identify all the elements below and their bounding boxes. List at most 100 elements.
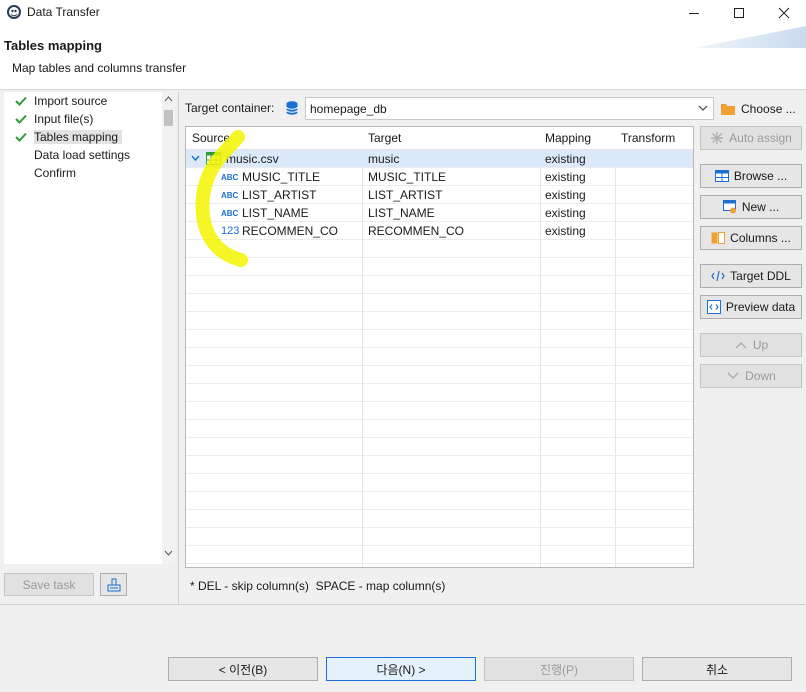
row-mapping[interactable]: existing <box>545 170 586 184</box>
table-icon <box>206 152 221 165</box>
scroll-down-icon[interactable] <box>164 550 173 556</box>
down-button[interactable]: Down <box>700 364 802 388</box>
chevron-down-icon <box>698 105 708 111</box>
maximize-button[interactable] <box>719 0 759 26</box>
close-icon <box>778 7 790 19</box>
row-source: RECOMMEN_CO <box>242 224 339 238</box>
new-button[interactable]: New ... <box>700 195 802 219</box>
page-title: Tables mapping <box>4 38 102 53</box>
empty-row <box>186 348 693 366</box>
numeric-column-icon: 123 <box>221 225 240 237</box>
row-target: LIST_ARTIST <box>368 188 443 202</box>
nav-item-import-source[interactable]: Import source <box>14 92 107 110</box>
nav-item-label: Tables mapping <box>34 130 123 144</box>
up-label: Up <box>752 338 769 352</box>
choose-container-button[interactable]: Choose ... <box>720 97 796 120</box>
table-row[interactable]: music.csv music existing <box>186 150 693 168</box>
target-ddl-label: Target DDL <box>730 269 791 283</box>
column-header-mapping[interactable]: Mapping <box>545 131 591 145</box>
chevron-down-icon[interactable] <box>191 155 200 162</box>
back-button[interactable]: < 이전(B) <box>168 657 318 681</box>
chevron-up-icon <box>734 338 748 352</box>
column-header-target[interactable]: Target <box>368 131 401 145</box>
wizard-steps-nav: Import source Input file(s) Tables mappi… <box>4 92 175 564</box>
chevron-down-icon <box>726 369 740 383</box>
preview-icon <box>706 300 721 314</box>
nav-scroll-thumb[interactable] <box>164 110 173 126</box>
scroll-up-icon[interactable] <box>164 96 173 102</box>
database-icon <box>286 101 298 115</box>
empty-row <box>186 546 693 564</box>
close-button[interactable] <box>764 0 804 26</box>
vertical-divider <box>178 92 179 604</box>
auto-assign-label: Auto assign <box>729 131 792 145</box>
nav-item-label: Confirm <box>34 166 77 180</box>
columns-button[interactable]: Columns ... <box>700 226 802 250</box>
new-table-icon <box>722 200 737 214</box>
nav-item-label: Data load settings <box>34 148 131 162</box>
header-decoration <box>694 26 806 48</box>
empty-row <box>186 438 693 456</box>
table-row[interactable]: 123 RECOMMEN_CO RECOMMEN_CO existing <box>186 222 693 240</box>
minimize-button[interactable] <box>674 0 714 26</box>
choose-label: Choose ... <box>741 101 796 116</box>
browse-label: Browse ... <box>733 169 788 183</box>
empty-row <box>186 402 693 420</box>
empty-row <box>186 312 693 330</box>
row-mapping[interactable]: existing <box>545 152 586 166</box>
row-target: music <box>368 152 400 166</box>
nav-item-input-files[interactable]: Input file(s) <box>14 110 93 128</box>
row-mapping[interactable]: existing <box>545 206 586 220</box>
column-header-source[interactable]: Source <box>192 131 230 145</box>
target-container-select[interactable]: homepage_db <box>305 97 714 120</box>
title-bar: Data Transfer <box>0 0 806 26</box>
browse-button[interactable]: Browse ... <box>700 164 802 188</box>
row-source: LIST_ARTIST <box>242 188 317 202</box>
checkmark-icon <box>14 94 28 108</box>
save-task-button[interactable]: Save task <box>4 573 94 596</box>
folder-icon <box>721 103 735 115</box>
table-row[interactable]: ABC MUSIC_TITLE MUSIC_TITLE existing <box>186 168 693 186</box>
auto-assign-icon <box>710 131 724 145</box>
nav-item-label: Import source <box>34 94 108 108</box>
page-subtitle: Map tables and columns transfer <box>12 61 187 75</box>
proceed-button[interactable]: 진행(P) <box>484 657 634 681</box>
target-ddl-button[interactable]: Target DDL <box>700 264 802 288</box>
maximize-icon <box>734 8 744 18</box>
auto-assign-button[interactable]: Auto assign <box>700 126 802 150</box>
task-config-button[interactable] <box>100 573 127 596</box>
target-container-label: Target container: <box>185 101 275 115</box>
empty-row <box>186 528 693 546</box>
nav-item-label: Input file(s) <box>34 112 94 126</box>
table-row[interactable]: ABC LIST_ARTIST LIST_ARTIST existing <box>186 186 693 204</box>
string-column-icon: ABC <box>221 172 239 182</box>
row-mapping[interactable]: existing <box>545 224 586 238</box>
empty-row <box>186 384 693 402</box>
empty-row <box>186 474 693 492</box>
row-source: music.csv <box>226 152 279 166</box>
up-button[interactable]: Up <box>700 333 802 357</box>
table-row[interactable]: ABC LIST_NAME LIST_NAME existing <box>186 204 693 222</box>
target-container-value: homepage_db <box>310 101 387 116</box>
minimize-icon <box>689 13 699 14</box>
empty-row <box>186 492 693 510</box>
string-column-icon: ABC <box>221 208 239 218</box>
next-button[interactable]: 다음(N) > <box>326 657 476 681</box>
window-title: Data Transfer <box>27 5 100 19</box>
row-mapping[interactable]: existing <box>545 188 586 202</box>
columns-label: Columns ... <box>730 231 791 245</box>
cancel-button[interactable]: 취소 <box>642 657 792 681</box>
row-source: MUSIC_TITLE <box>242 170 321 184</box>
preview-data-button[interactable]: Preview data <box>700 295 802 319</box>
columns-icon <box>711 231 726 245</box>
nav-scrollbar[interactable] <box>162 92 175 564</box>
empty-row <box>186 366 693 384</box>
table-header: Source Target Mapping Transform <box>186 127 693 150</box>
nav-item-confirm[interactable]: Confirm <box>34 164 76 182</box>
mapping-table[interactable]: Source Target Mapping Transform music.cs… <box>185 126 694 568</box>
string-column-icon: ABC <box>221 190 239 200</box>
column-header-transform[interactable]: Transform <box>621 131 675 145</box>
nav-item-data-load-settings[interactable]: Data load settings <box>34 146 130 164</box>
table-icon <box>714 169 729 183</box>
nav-item-tables-mapping[interactable]: Tables mapping <box>14 128 123 146</box>
